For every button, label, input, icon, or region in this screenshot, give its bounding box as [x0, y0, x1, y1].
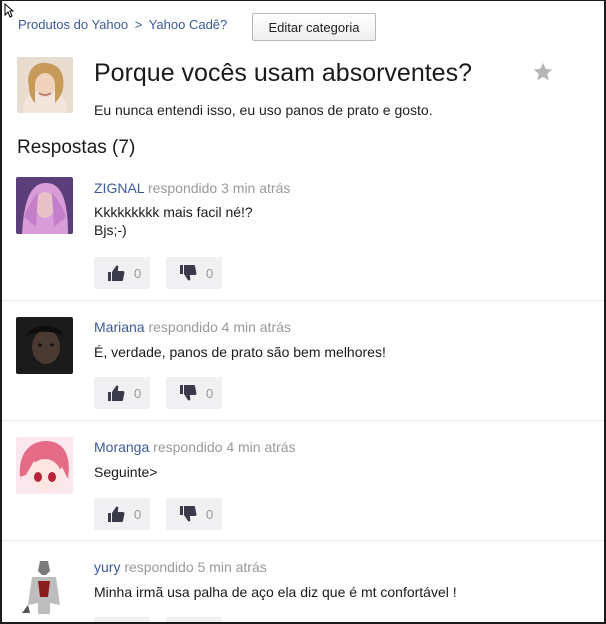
asker-avatar[interactable] [17, 57, 73, 113]
thumbs-down-button[interactable]: 0 [166, 498, 222, 530]
thumbs-up-icon [108, 265, 125, 281]
answer-text-line: Minha irmã usa palha de aço ela diz que … [94, 584, 457, 600]
answer-meta: yury respondido 5 min atrás [94, 559, 267, 575]
answer-username[interactable]: ZIGNAL [94, 180, 144, 196]
thumbs-up-count: 0 [134, 506, 142, 522]
answer-text: É, verdade, panos de prato são bem melho… [94, 343, 386, 361]
thumbs-up-button[interactable]: 0 [94, 377, 150, 409]
thumbs-up-count: 0 [134, 265, 142, 281]
thumbs-down-count: 0 [206, 385, 214, 401]
answer-text-line: É, verdade, panos de prato são bem melho… [94, 344, 386, 360]
thumbs-down-icon [180, 385, 197, 401]
answer-text-line: Seguinte> [94, 464, 158, 480]
answer-text-line: Kkkkkkkkk mais facil né!? [94, 204, 253, 220]
answer-username[interactable]: yury [94, 559, 120, 575]
answer-time: respondido 3 min atrás [147, 180, 291, 196]
page-frame: Produtos do Yahoo > Yahoo Cadê? Editar c… [0, 0, 606, 624]
answer-time: respondido 4 min atrás [148, 319, 291, 335]
thumbs-up-icon [108, 385, 125, 401]
edit-category-button[interactable]: Editar categoria [252, 13, 376, 41]
thumbs-down-count: 0 [206, 506, 214, 522]
thumbs-up-button[interactable] [94, 617, 150, 622]
star-icon[interactable] [532, 61, 554, 83]
answer-meta: ZIGNAL respondido 3 min atrás [94, 180, 290, 196]
mouse-cursor-icon [4, 3, 14, 18]
answer-avatar[interactable] [16, 177, 73, 234]
answer-time: respondido 5 min atrás [124, 559, 267, 575]
thumbs-down-icon [180, 506, 197, 522]
answer-username[interactable]: Moranga [94, 439, 149, 455]
question-title: Porque vocês usam absorventes? [94, 59, 472, 87]
thumbs-down-button[interactable] [166, 617, 222, 622]
answer-username[interactable]: Mariana [94, 319, 145, 335]
thumbs-down-button[interactable]: 0 [166, 377, 222, 409]
answer-avatar[interactable] [16, 437, 73, 494]
answer-text: Seguinte> [94, 463, 157, 481]
breadcrumb-separator: > [134, 17, 143, 32]
divider [2, 300, 604, 301]
breadcrumb-item-yahoo-answers[interactable]: Yahoo Cadê? [149, 17, 228, 32]
thumbs-up-icon [108, 506, 125, 522]
thumbs-down-count: 0 [206, 265, 214, 281]
divider [2, 540, 604, 541]
answer-text: Kkkkkkkkk mais facil né!? Bjs;-) [94, 203, 253, 239]
answer-avatar[interactable] [16, 557, 73, 614]
answer-meta: Mariana respondido 4 min atrás [94, 319, 291, 335]
thumbs-down-icon [180, 265, 197, 281]
breadcrumb-item-yahoo-products[interactable]: Produtos do Yahoo [18, 17, 128, 32]
thumbs-up-button[interactable]: 0 [94, 257, 150, 289]
divider [2, 420, 604, 421]
answer-text: Minha irmã usa palha de aço ela diz que … [94, 583, 457, 601]
answer-text-line: Bjs;-) [94, 222, 127, 238]
answers-heading: Respostas (7) [17, 137, 136, 158]
answer-avatar[interactable] [16, 317, 73, 374]
answer-meta: Moranga respondido 4 min atrás [94, 439, 296, 455]
thumbs-up-button[interactable]: 0 [94, 498, 150, 530]
answer-time: respondido 4 min atrás [153, 439, 296, 455]
breadcrumb: Produtos do Yahoo > Yahoo Cadê? [18, 17, 227, 32]
thumbs-down-button[interactable]: 0 [166, 257, 222, 289]
question-body: Eu nunca entendi isso, eu uso panos de p… [94, 102, 433, 118]
thumbs-up-count: 0 [134, 385, 142, 401]
